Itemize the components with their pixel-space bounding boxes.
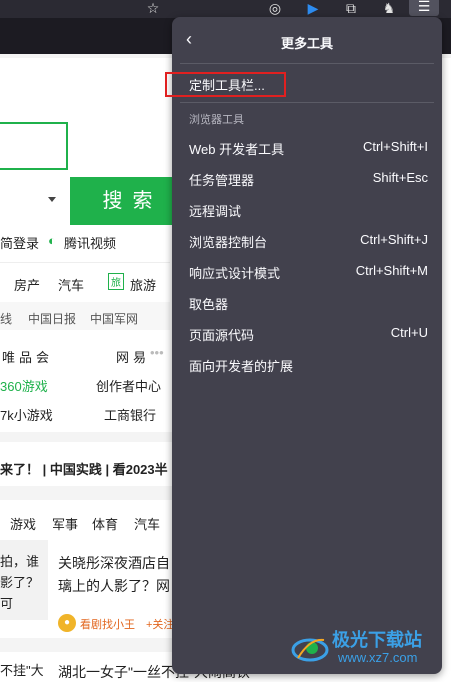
nav-item-travel[interactable]: 旅游 [130, 275, 156, 294]
menu-item-label: 任务管理器 [189, 173, 255, 188]
watermark-url: www.xz7.com [338, 650, 418, 665]
link-login[interactable]: 简登录 [0, 233, 39, 252]
nav-divider [0, 262, 170, 263]
link-tencent-video[interactable]: 腾讯视频 [64, 233, 116, 252]
more-dots-icon[interactable]: ••• [150, 345, 164, 360]
aurora-logo-icon [291, 638, 329, 662]
watermark-logo: 极光下载站 www.xz7.com [290, 624, 450, 672]
search-input[interactable] [0, 122, 68, 170]
more-tools-menu: ‹ 更多工具 定制工具栏... 浏览器工具 Web 开发者工具 Ctrl+Shi… [172, 17, 442, 674]
tab-military[interactable]: 军事 [52, 514, 78, 533]
watermark-name: 极光下载站 [332, 630, 422, 650]
menu-item-label: 远程调试 [189, 204, 242, 219]
send-icon[interactable]: ▶ [304, 0, 322, 16]
menu-item-developer-extensions[interactable]: 面向开发者的扩展 [172, 350, 442, 378]
menu-item-web-developer-tools[interactable]: Web 开发者工具 Ctrl+Shift+I [172, 133, 442, 161]
tab-sports[interactable]: 体育 [92, 514, 118, 533]
tab-auto[interactable]: 汽车 [134, 514, 160, 533]
menu-item-label: 浏览器控制台 [189, 235, 268, 250]
menu-item-label: 页面源代码 [189, 328, 255, 343]
article1-title-line1[interactable]: 关晓彤深夜酒店自 [58, 553, 170, 573]
site-vip[interactable]: 唯品会 [2, 347, 53, 366]
news-source-2[interactable]: 中国日报 [28, 310, 76, 327]
site-360-games[interactable]: 360游戏 [0, 376, 48, 395]
menu-item-shortcut: Shift+Esc [372, 170, 428, 185]
menu-item-task-manager[interactable]: 任务管理器 Shift+Esc [172, 164, 442, 192]
screenshot-icon[interactable]: ⧉ [342, 0, 360, 16]
article1-left-line1[interactable]: 拍，谁 [0, 551, 39, 570]
menu-item-page-source[interactable]: 页面源代码 Ctrl+U [172, 319, 442, 347]
bookmark-star-icon[interactable]: ☆ [144, 0, 162, 16]
menu-separator [180, 63, 434, 64]
menu-item-shortcut: Ctrl+Shift+M [355, 263, 428, 278]
gray-gap [0, 432, 172, 442]
menu-item-shortcut: Ctrl+Shift+J [360, 232, 428, 247]
browser-toolbar: ☆ ◎ ▶ ⧉ ♞ ☰ [0, 0, 451, 18]
sync-icon[interactable]: ◎ [266, 0, 284, 16]
menu-item-label: 响应式设计模式 [189, 266, 281, 281]
article1-title-line2[interactable]: 璃上的人影了？网 [58, 576, 170, 596]
article1-follow-button[interactable]: +关注 [146, 616, 174, 632]
tab-games[interactable]: 游戏 [10, 514, 36, 533]
site-netease[interactable]: 网易 [116, 347, 150, 366]
tencent-video-icon: ◐ [48, 233, 56, 248]
hamburger-menu-icon[interactable]: ☰ [409, 0, 439, 16]
menu-item-browser-console[interactable]: 浏览器控制台 Ctrl+Shift+J [172, 226, 442, 254]
news-source-1[interactable]: 线 [0, 310, 12, 327]
menu-item-label: 取色器 [189, 297, 229, 312]
menu-item-remote-debugging[interactable]: 远程调试 [172, 195, 442, 223]
nav-item-house[interactable]: 房产 [14, 275, 40, 294]
author-avatar: ● [58, 614, 76, 632]
menu-item-shortcut: Ctrl+U [390, 325, 428, 340]
article1-left-line2[interactable]: 影了？ [0, 572, 39, 591]
banner-headline[interactable]: 来了！ | 中国实践 | 看2023半 [0, 459, 168, 478]
article2-left[interactable]: 不挂"大 [0, 660, 44, 679]
site-creator-center[interactable]: 创作者中心 [96, 376, 161, 395]
menu-item-label: 面向开发者的扩展 [189, 359, 294, 374]
site-icbc[interactable]: 工商银行 [104, 405, 156, 424]
highlight-box [165, 72, 286, 97]
search-dropdown-icon[interactable] [48, 197, 56, 202]
menu-header: ‹ 更多工具 [172, 17, 442, 63]
site-7k-games[interactable]: 7k小游戏 [0, 405, 53, 424]
menu-item-shortcut: Ctrl+Shift+I [362, 139, 428, 154]
article1-left-line3[interactable]: 可 [0, 593, 13, 612]
menu-item-eyedropper[interactable]: 取色器 [172, 288, 442, 316]
travel-icon: 旅 [108, 273, 124, 290]
menu-item-responsive-design-mode[interactable]: 响应式设计模式 Ctrl+Shift+M [172, 257, 442, 285]
news-source-bar [0, 302, 170, 330]
menu-title: 更多工具 [280, 36, 333, 51]
article-divider [0, 638, 172, 652]
menu-item-label: Web 开发者工具 [189, 142, 285, 157]
menu-separator [180, 102, 434, 103]
extensions-icon[interactable]: ♞ [380, 0, 398, 16]
gray-gap-2 [0, 486, 172, 500]
news-source-3[interactable]: 中国军网 [90, 310, 138, 327]
nav-item-car[interactable]: 汽车 [58, 275, 84, 294]
article1-author[interactable]: 看剧找小王 [80, 616, 135, 632]
browser-tools-section-label: 浏览器工具 [189, 114, 244, 126]
